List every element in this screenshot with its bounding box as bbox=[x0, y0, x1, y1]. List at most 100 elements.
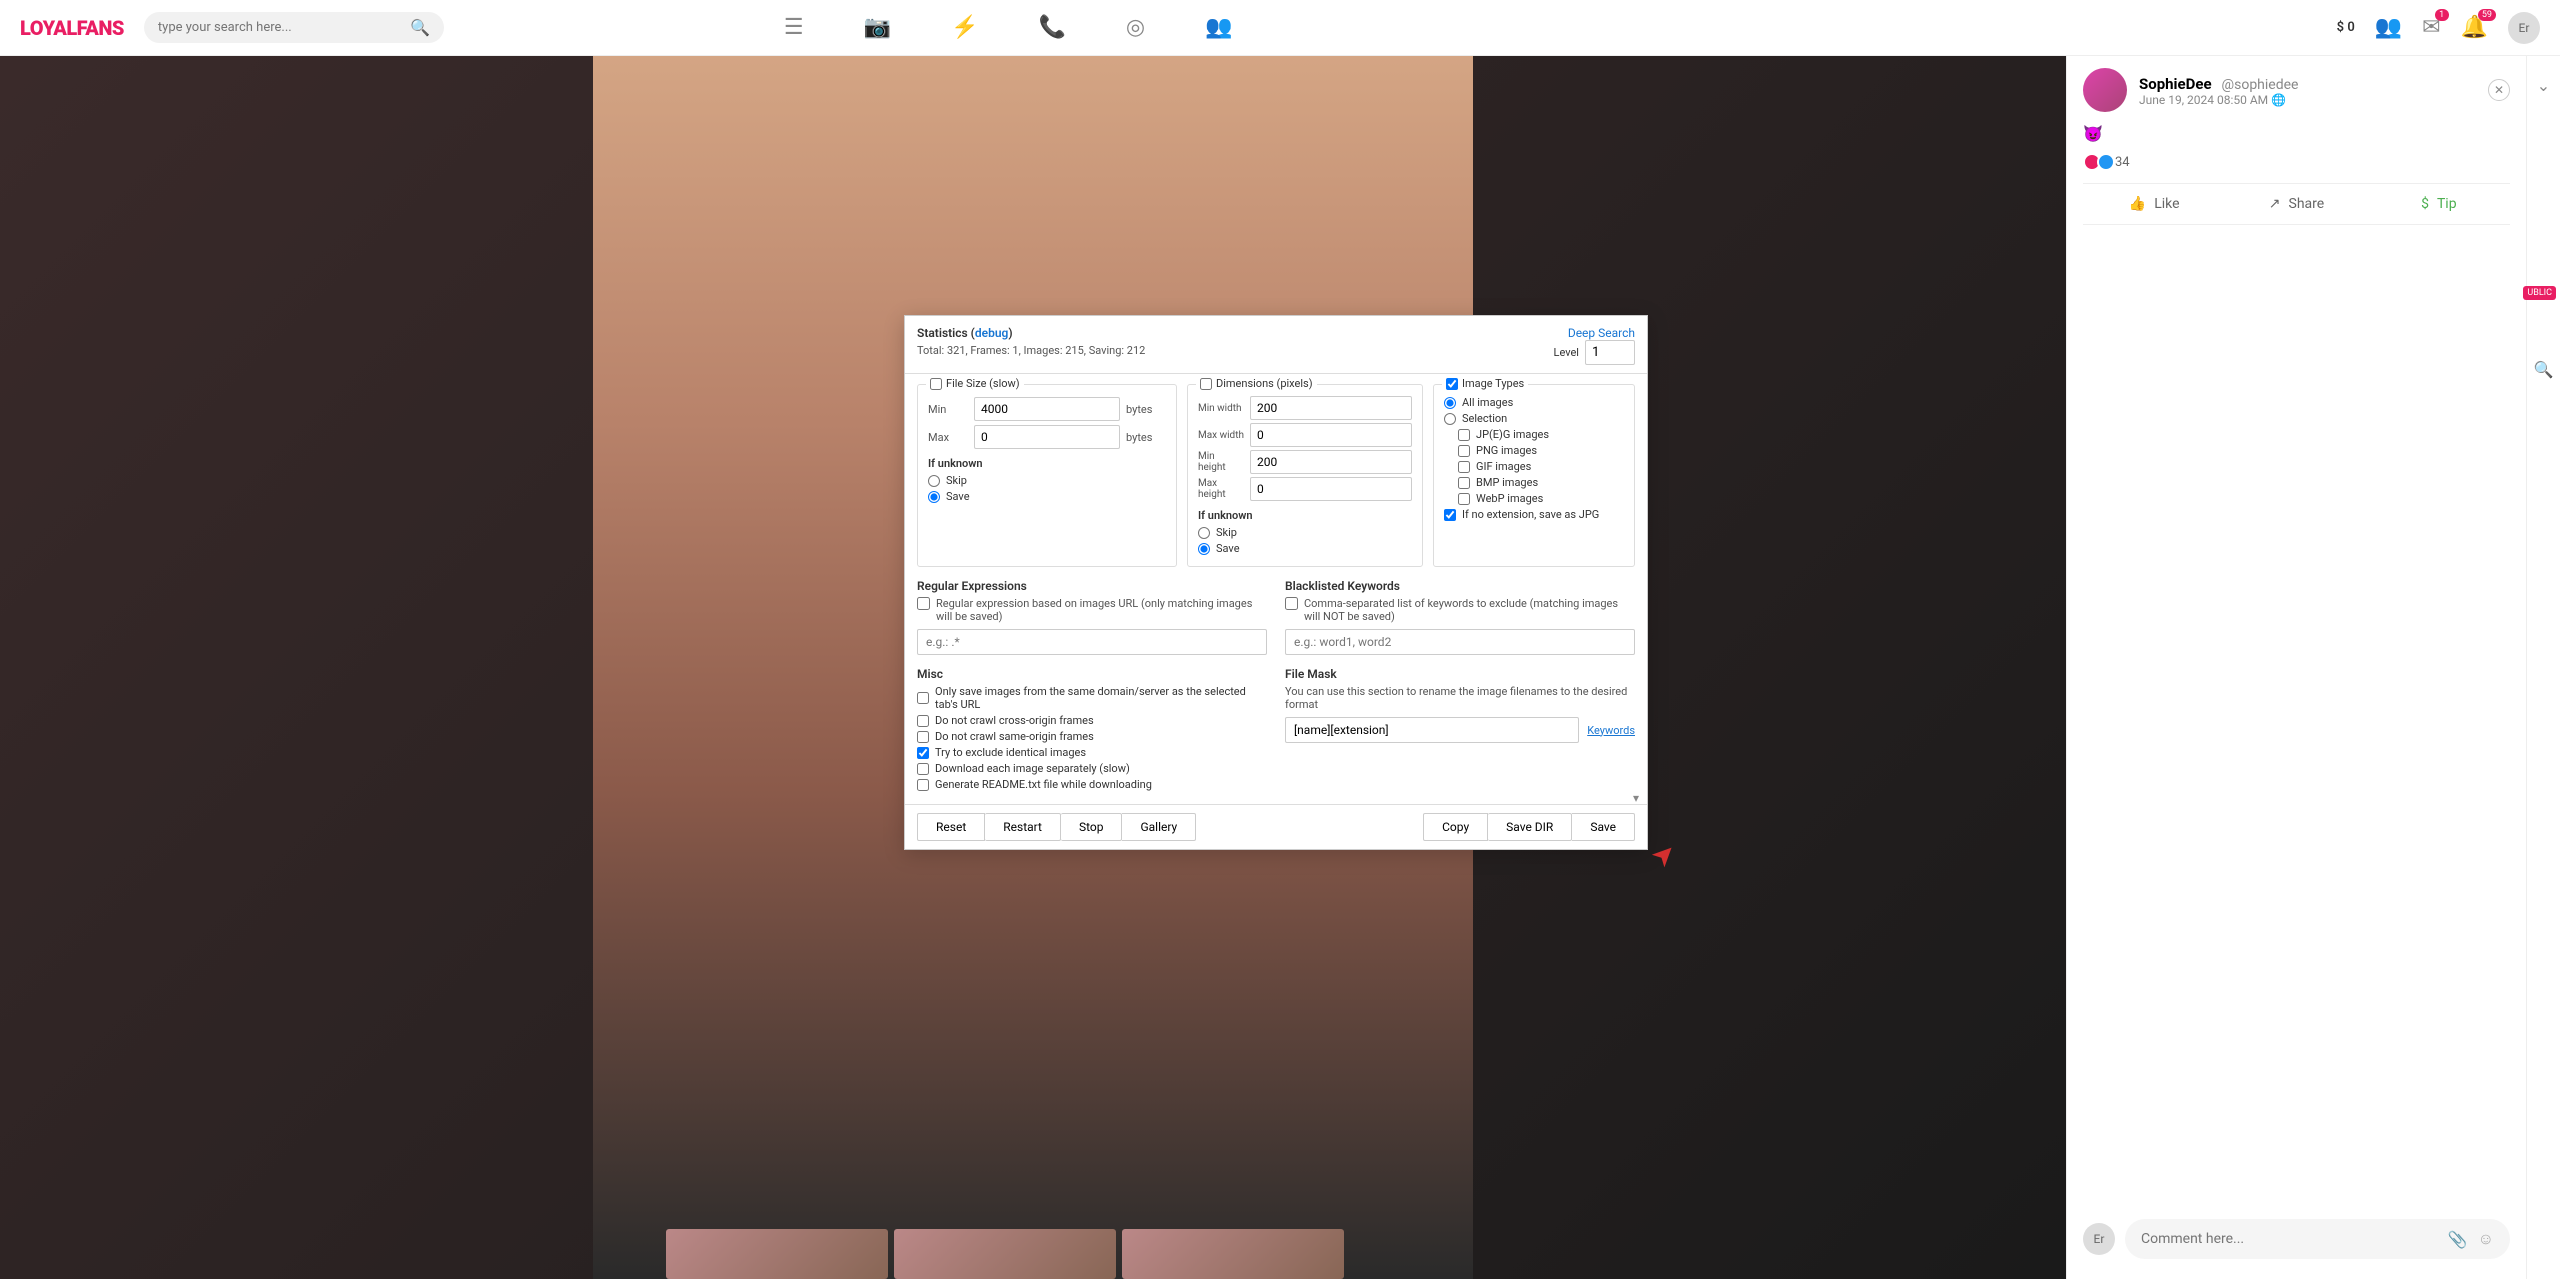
types-panel: Image Types All images Selection JP(E)G … bbox=[1433, 384, 1635, 567]
png-checkbox[interactable] bbox=[1458, 445, 1470, 457]
right-rail: ⌄ 🔍 bbox=[2526, 56, 2560, 1279]
balance[interactable]: $ 0 bbox=[2337, 20, 2355, 35]
dim-save-radio[interactable] bbox=[1198, 543, 1210, 555]
phone-icon[interactable]: 📞 bbox=[1038, 15, 1065, 40]
expand-icon[interactable]: ▾ bbox=[1633, 791, 1639, 805]
maxw-input[interactable] bbox=[1250, 423, 1412, 447]
dim-skip-radio[interactable] bbox=[1198, 527, 1210, 539]
like-button[interactable]: 👍 Like bbox=[2083, 184, 2225, 224]
mask-input[interactable] bbox=[1285, 717, 1579, 743]
logo[interactable]: LOYALFANS bbox=[20, 16, 124, 40]
comment-input-wrap[interactable]: 📎 ☺ bbox=[2125, 1219, 2510, 1259]
post-author-handle[interactable]: @sophiedee bbox=[2222, 77, 2299, 93]
post-author-name[interactable]: SophieDee bbox=[2139, 75, 2212, 93]
blacklist-checkbox[interactable] bbox=[1285, 597, 1298, 610]
readme-checkbox[interactable] bbox=[917, 779, 929, 791]
maxh-input[interactable] bbox=[1250, 477, 1412, 501]
same-domain-label: Only save images from the same domain/se… bbox=[935, 685, 1267, 711]
search-input[interactable] bbox=[158, 20, 400, 35]
save-button[interactable]: Save bbox=[1572, 813, 1635, 841]
filesize-max-input[interactable] bbox=[974, 425, 1120, 449]
level-input[interactable] bbox=[1585, 340, 1635, 365]
debug-link[interactable]: debug bbox=[975, 326, 1009, 340]
filesize-skip-radio[interactable] bbox=[928, 475, 940, 487]
same-domain-checkbox[interactable] bbox=[917, 692, 929, 704]
thumb-icon bbox=[2097, 153, 2115, 171]
minw-label: Min width bbox=[1198, 403, 1244, 414]
emoji-icon[interactable]: ☺ bbox=[2478, 1229, 2494, 1249]
tip-button[interactable]: $ Tip bbox=[2368, 184, 2510, 224]
close-icon[interactable]: ✕ bbox=[2488, 79, 2510, 101]
camera-icon[interactable]: 📷 bbox=[864, 15, 891, 40]
jpeg-checkbox[interactable] bbox=[1458, 429, 1470, 441]
lightning-icon[interactable]: ⚡ bbox=[951, 15, 978, 40]
minh-input[interactable] bbox=[1250, 450, 1412, 474]
search-icon[interactable]: 🔍 bbox=[410, 18, 430, 37]
dollar-icon: $ bbox=[2421, 196, 2429, 212]
messages-icon[interactable]: ✉1 bbox=[2422, 15, 2440, 40]
blacklist-input[interactable] bbox=[1285, 629, 1635, 655]
same-origin-checkbox[interactable] bbox=[917, 731, 929, 743]
regex-input[interactable] bbox=[917, 629, 1267, 655]
selection-radio[interactable] bbox=[1444, 413, 1456, 425]
dimensions-enable-checkbox[interactable] bbox=[1200, 378, 1212, 390]
bmp-checkbox[interactable] bbox=[1458, 477, 1470, 489]
webp-checkbox[interactable] bbox=[1458, 493, 1470, 505]
cross-origin-checkbox[interactable] bbox=[917, 715, 929, 727]
regex-checkbox[interactable] bbox=[917, 597, 930, 610]
filesize-title: File Size (slow) bbox=[926, 377, 1024, 390]
minw-input[interactable] bbox=[1250, 396, 1412, 420]
level-control: Level bbox=[1554, 340, 1635, 365]
all-images-radio[interactable] bbox=[1444, 397, 1456, 409]
share-label: Share bbox=[2289, 196, 2325, 212]
bell-icon[interactable]: 🔔59 bbox=[2461, 15, 2488, 40]
mask-desc: You can use this section to rename the i… bbox=[1285, 685, 1635, 711]
copy-button[interactable]: Copy bbox=[1423, 813, 1488, 841]
friends-icon[interactable]: 👥 bbox=[2375, 15, 2402, 40]
deep-search-link[interactable]: Deep Search bbox=[1568, 326, 1635, 340]
types-title: Image Types bbox=[1442, 377, 1528, 390]
savedir-button[interactable]: Save DIR bbox=[1488, 813, 1572, 841]
search-icon[interactable]: 🔍 bbox=[2534, 360, 2554, 379]
people-icon[interactable]: 👥 bbox=[1205, 15, 1232, 40]
post-date-text: June 19, 2024 08:50 AM bbox=[2139, 93, 2268, 107]
stats-images-label: Images: bbox=[1024, 344, 1063, 357]
identical-checkbox[interactable] bbox=[917, 747, 929, 759]
attach-icon[interactable]: 📎 bbox=[2448, 1230, 2468, 1249]
separately-label: Download each image separately (slow) bbox=[935, 762, 1130, 775]
thumb[interactable] bbox=[666, 1229, 888, 1279]
filesize-save-radio[interactable] bbox=[928, 491, 940, 503]
types-enable-checkbox[interactable] bbox=[1446, 378, 1458, 390]
gallery-button[interactable]: Gallery bbox=[1122, 813, 1196, 841]
level-label: Level bbox=[1554, 346, 1579, 359]
noext-checkbox[interactable] bbox=[1444, 509, 1456, 521]
all-images-label: All images bbox=[1462, 396, 1513, 409]
filesize-min-input[interactable] bbox=[974, 397, 1120, 421]
search-wrap[interactable]: 🔍 bbox=[144, 12, 444, 43]
target-icon[interactable]: ◎ bbox=[1126, 15, 1145, 40]
menu-icon[interactable]: ☰ bbox=[784, 15, 804, 40]
stop-button[interactable]: Stop bbox=[1061, 813, 1123, 841]
stats-saving: 212 bbox=[1127, 344, 1146, 357]
filesize-enable-checkbox[interactable] bbox=[930, 378, 942, 390]
thumb[interactable] bbox=[894, 1229, 1116, 1279]
share-button[interactable]: ↗ Share bbox=[2225, 184, 2367, 224]
user-avatar[interactable]: Er bbox=[2508, 12, 2540, 44]
gif-checkbox[interactable] bbox=[1458, 461, 1470, 473]
blacklist-desc: Comma-separated list of keywords to excl… bbox=[1304, 597, 1635, 623]
like-label: Like bbox=[2154, 196, 2179, 212]
post-avatar[interactable] bbox=[2083, 68, 2127, 112]
stats-title: Statistics (debug) bbox=[917, 326, 1542, 340]
reset-button[interactable]: Reset bbox=[917, 813, 985, 841]
comment-input[interactable] bbox=[2141, 1231, 2438, 1247]
selection-label: Selection bbox=[1462, 412, 1507, 425]
regex-section: Regular Expressions Regular expression b… bbox=[917, 579, 1267, 655]
reactions[interactable]: 34 bbox=[2083, 153, 2510, 171]
msg-badge: 1 bbox=[2435, 9, 2449, 21]
chevron-down-icon[interactable]: ⌄ bbox=[2537, 76, 2550, 95]
thumb[interactable] bbox=[1122, 1229, 1344, 1279]
webp-label: WebP images bbox=[1476, 492, 1543, 505]
separately-checkbox[interactable] bbox=[917, 763, 929, 775]
restart-button[interactable]: Restart bbox=[985, 813, 1061, 841]
keywords-link[interactable]: Keywords bbox=[1587, 724, 1635, 737]
